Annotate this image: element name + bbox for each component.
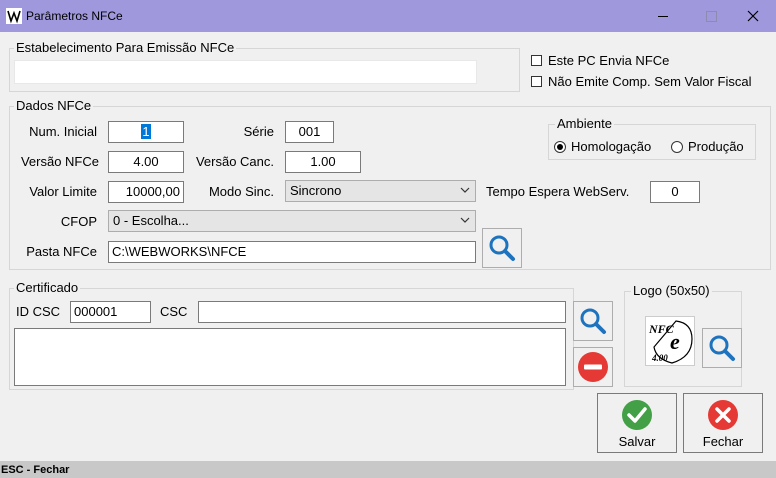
app-logo-icon — [6, 8, 22, 24]
certificado-legend: Certificado — [14, 280, 81, 295]
este-pc-envia-checkbox[interactable]: Este PC Envia NFCe — [531, 53, 669, 68]
window-title: Parâmetros NFCe — [26, 9, 123, 23]
search-icon — [709, 335, 735, 361]
close-icon — [747, 10, 759, 22]
versao-canc-input[interactable]: 1.00 — [285, 151, 361, 173]
checkbox-box[interactable] — [531, 55, 542, 66]
chevron-down-icon — [460, 187, 470, 193]
num-inicial-input[interactable]: 1 — [108, 121, 184, 143]
close-window-button[interactable] — [730, 0, 776, 32]
serie-input[interactable]: 001 — [285, 121, 334, 143]
modo-sinc-label: Modo Sinc. — [208, 184, 274, 199]
minimize-button[interactable] — [640, 0, 686, 32]
versao-canc-label: Versão Canc. — [195, 154, 274, 169]
cfop-label: CFOP — [60, 214, 97, 229]
checkmark-icon — [622, 400, 652, 430]
ambiente-legend: Ambiente — [555, 116, 614, 131]
radio-circle[interactable] — [554, 140, 566, 153]
cfop-value: 0 - Escolha... — [113, 213, 189, 228]
nfce-logo: NFC e 4.00 — [646, 317, 694, 365]
radio-circle[interactable] — [671, 140, 683, 153]
status-bar: ESC - Fechar — [0, 461, 776, 478]
select-logo-button[interactable] — [702, 328, 742, 368]
search-icon — [580, 308, 606, 334]
remove-icon — [578, 352, 608, 382]
csc-label: CSC — [160, 304, 188, 319]
radio-label: Homologação — [571, 139, 652, 154]
logo-image: NFC e 4.00 — [645, 316, 695, 366]
radio-label: Produção — [688, 139, 744, 154]
save-label: Salvar — [618, 434, 656, 449]
id-csc-input[interactable]: 000001 — [70, 301, 151, 323]
status-text: ESC - Fechar — [1, 464, 70, 476]
tempo-espera-label: Tempo Espera WebServ. — [486, 184, 630, 199]
valor-limite-input[interactable]: 10000,00 — [108, 181, 184, 203]
close-icon — [708, 400, 738, 430]
search-icon — [489, 235, 515, 261]
checkbox-label: Este PC Envia NFCe — [548, 53, 670, 68]
search-certificate-button[interactable] — [573, 301, 613, 341]
nao-emite-checkbox[interactable]: Não Emite Comp. Sem Valor Fiscal — [531, 74, 752, 89]
modo-sinc-select[interactable]: Sincrono — [285, 180, 476, 202]
maximize-button[interactable] — [688, 0, 734, 32]
csc-input[interactable] — [198, 301, 566, 323]
valor-limite-label: Valor Limite — [29, 184, 97, 199]
cfop-select[interactable]: 0 - Escolha... — [108, 210, 476, 232]
certificate-textarea[interactable] — [14, 328, 566, 386]
versao-nfce-label: Versão NFCe — [20, 154, 99, 169]
pasta-nfce-label: Pasta NFCe — [26, 244, 97, 259]
chevron-down-icon — [460, 217, 470, 223]
browse-folder-button[interactable] — [482, 228, 522, 268]
estabelecimento-legend: Estabelecimento Para Emissão NFCe — [14, 40, 237, 55]
modo-sinc-value: Sincrono — [290, 183, 342, 198]
save-button[interactable]: Salvar — [597, 393, 677, 453]
dados-nfce-legend: Dados NFCe — [14, 98, 94, 113]
estabelecimento-input[interactable] — [14, 60, 477, 84]
title-bar: Parâmetros NFCe — [0, 0, 776, 32]
num-inicial-label: Num. Inicial — [29, 124, 97, 139]
close-button[interactable]: Fechar — [683, 393, 763, 453]
logo-version: 4.00 — [651, 353, 668, 363]
checkbox-box[interactable] — [531, 76, 542, 87]
remove-certificate-button[interactable] — [573, 347, 613, 387]
id-csc-label: ID CSC — [16, 304, 61, 319]
tempo-espera-input[interactable]: 0 — [650, 181, 700, 203]
svg-text:e: e — [670, 329, 680, 354]
checkbox-label: Não Emite Comp. Sem Valor Fiscal — [548, 74, 752, 89]
close-label: Fechar — [702, 434, 744, 449]
radio-producao[interactable]: Produção — [671, 139, 744, 154]
radio-homologacao[interactable]: Homologação — [554, 139, 651, 154]
logo-legend: Logo (50x50) — [631, 283, 712, 298]
versao-nfce-input[interactable]: 4.00 — [108, 151, 184, 173]
serie-label: Série — [243, 124, 274, 139]
num-inicial-value: 1 — [141, 124, 151, 139]
pasta-nfce-input[interactable]: C:\WEBWORKS\NFCE — [108, 241, 476, 263]
